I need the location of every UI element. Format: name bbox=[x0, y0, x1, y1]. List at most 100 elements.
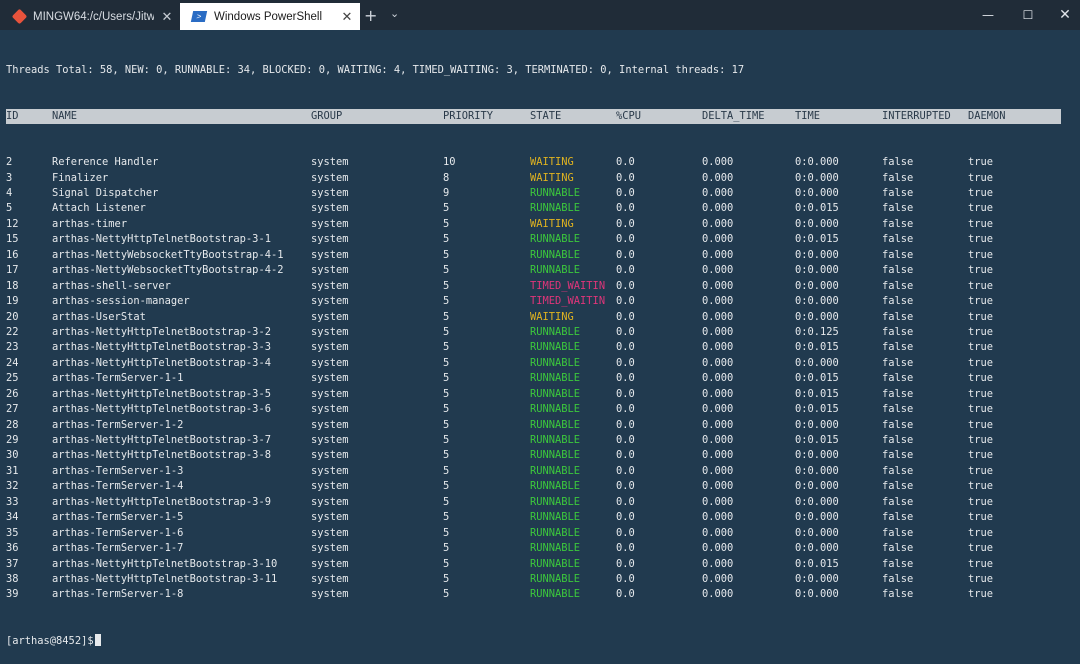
column-header: TIME bbox=[795, 109, 821, 122]
thread-time: 0:0.000 bbox=[795, 588, 839, 601]
thread-group: system bbox=[311, 495, 349, 508]
thread-time: 0:0.015 bbox=[795, 372, 839, 385]
table-row: 35 arthas-TermServer-1-6 system 5 RUNNABLE 0.… bbox=[6, 526, 1076, 541]
thread-interrupted: false bbox=[882, 264, 914, 277]
table-row: 23 arthas-NettyHttpTelnetBootstrap-3-3 sys… bbox=[6, 340, 1076, 355]
tab-git-bash[interactable]: MINGW64:/c/Users/Jitwxs/Dow ✕ bbox=[0, 3, 180, 30]
thread-cpu: 0.0 bbox=[616, 464, 635, 477]
thread-delta-time: 0.000 bbox=[702, 403, 734, 416]
thread-time: 0:0.015 bbox=[795, 233, 839, 246]
thread-id: 29 bbox=[6, 434, 19, 447]
thread-time: 0:0.000 bbox=[795, 542, 839, 555]
thread-state: RUNNABLE bbox=[530, 526, 581, 539]
thread-state: RUNNABLE bbox=[530, 480, 581, 493]
thread-daemon: true bbox=[968, 356, 994, 369]
maximize-button[interactable]: ☐ bbox=[1008, 0, 1048, 30]
thread-id: 28 bbox=[6, 418, 19, 431]
table-row: 24 arthas-NettyHttpTelnetBootstrap-3-4 sys… bbox=[6, 356, 1076, 371]
tab-dropdown-icon[interactable]: ⌄ bbox=[390, 7, 399, 20]
table-row: 39 arthas-TermServer-1-8 system 5 RUNNABLE 0.… bbox=[6, 587, 1076, 602]
thread-delta-time: 0.000 bbox=[702, 542, 734, 555]
thread-cpu: 0.0 bbox=[616, 403, 635, 416]
thread-group: system bbox=[311, 156, 349, 169]
table-row: 28 arthas-TermServer-1-2 system 5 RUNNABLE 0.… bbox=[6, 418, 1076, 433]
thread-time: 0:0.000 bbox=[795, 356, 839, 369]
close-window-button[interactable]: ✕ bbox=[1045, 0, 1080, 30]
thread-daemon: true bbox=[968, 526, 994, 539]
thread-priority: 9 bbox=[443, 187, 450, 200]
thread-cpu: 0.0 bbox=[616, 187, 635, 200]
thread-daemon: true bbox=[968, 325, 994, 338]
thread-group: system bbox=[311, 403, 349, 416]
thread-name: Finalizer bbox=[52, 171, 109, 184]
thread-state: RUNNABLE bbox=[530, 449, 581, 462]
thread-delta-time: 0.000 bbox=[702, 217, 734, 230]
thread-time: 0:0.015 bbox=[795, 387, 839, 400]
thread-delta-time: 0.000 bbox=[702, 372, 734, 385]
thread-cpu: 0.0 bbox=[616, 264, 635, 277]
shell-prompt[interactable]: [arthas@8452]$ bbox=[6, 633, 1076, 649]
thread-time: 0:0.000 bbox=[795, 511, 839, 524]
thread-cpu: 0.0 bbox=[616, 279, 635, 292]
thread-delta-time: 0.000 bbox=[702, 202, 734, 215]
thread-priority: 5 bbox=[443, 279, 450, 292]
thread-priority: 5 bbox=[443, 480, 450, 493]
thread-interrupted: false bbox=[882, 449, 914, 462]
thread-delta-time: 0.000 bbox=[702, 356, 734, 369]
thread-name: arthas-TermServer-1-2 bbox=[52, 418, 184, 431]
thread-priority: 5 bbox=[443, 557, 450, 570]
column-header: NAME bbox=[52, 109, 78, 122]
thread-interrupted: false bbox=[882, 202, 914, 215]
terminal-output[interactable]: Threads Total: 58, NEW: 0, RUNNABLE: 34,… bbox=[6, 32, 1076, 664]
thread-priority: 5 bbox=[443, 464, 450, 477]
thread-state: TIMED_WAITIN bbox=[530, 295, 606, 308]
thread-priority: 5 bbox=[443, 418, 450, 431]
thread-time: 0:0.000 bbox=[795, 171, 839, 184]
thread-group: system bbox=[311, 310, 349, 323]
thread-time: 0:0.000 bbox=[795, 248, 839, 261]
thread-priority: 5 bbox=[443, 449, 450, 462]
thread-id: 32 bbox=[6, 480, 19, 493]
tab-powershell[interactable]: > Windows PowerShell ✕ bbox=[180, 3, 360, 30]
thread-group: system bbox=[311, 295, 349, 308]
thread-name: arthas-TermServer-1-5 bbox=[52, 511, 184, 524]
thread-time: 0:0.000 bbox=[795, 310, 839, 323]
table-row: 17 arthas-NettyWebsocketTtyBootstrap-4-2 s… bbox=[6, 263, 1076, 278]
close-tab-icon[interactable]: ✕ bbox=[154, 9, 180, 25]
thread-group: system bbox=[311, 418, 349, 431]
thread-group: system bbox=[311, 572, 349, 585]
git-bash-icon bbox=[11, 8, 28, 25]
thread-delta-time: 0.000 bbox=[702, 156, 734, 169]
thread-state: RUNNABLE bbox=[530, 557, 581, 570]
thread-interrupted: false bbox=[882, 387, 914, 400]
thread-name: arthas-TermServer-1-1 bbox=[52, 372, 184, 385]
table-row: 3 Finalizer system 8 WAITING 0.0 0.000 0:0.000 f… bbox=[6, 171, 1076, 186]
thread-priority: 5 bbox=[443, 403, 450, 416]
thread-priority: 5 bbox=[443, 495, 450, 508]
thread-daemon: true bbox=[968, 233, 994, 246]
minimize-button[interactable]: — bbox=[968, 0, 1008, 30]
thread-name: arthas-NettyHttpTelnetBootstrap-3-9 bbox=[52, 495, 271, 508]
thread-daemon: true bbox=[968, 217, 994, 230]
thread-interrupted: false bbox=[882, 511, 914, 524]
thread-daemon: true bbox=[968, 572, 994, 585]
thread-state: RUNNABLE bbox=[530, 542, 581, 555]
thread-cpu: 0.0 bbox=[616, 202, 635, 215]
close-tab-icon[interactable]: ✕ bbox=[334, 9, 360, 25]
thread-daemon: true bbox=[968, 557, 994, 570]
thread-summary: Threads Total: 58, NEW: 0, RUNNABLE: 34,… bbox=[6, 63, 745, 76]
thread-group: system bbox=[311, 557, 349, 570]
thread-group: system bbox=[311, 217, 349, 230]
thread-priority: 5 bbox=[443, 217, 450, 230]
thread-interrupted: false bbox=[882, 403, 914, 416]
thread-group: system bbox=[311, 341, 349, 354]
thread-table-body: 2 Reference Handler system 10 WAITING 0.0 0.00… bbox=[6, 155, 1076, 603]
thread-state: RUNNABLE bbox=[530, 356, 581, 369]
new-tab-button[interactable]: + bbox=[364, 6, 377, 25]
thread-delta-time: 0.000 bbox=[702, 341, 734, 354]
thread-interrupted: false bbox=[882, 341, 914, 354]
thread-cpu: 0.0 bbox=[616, 341, 635, 354]
thread-time: 0:0.000 bbox=[795, 449, 839, 462]
thread-state: RUNNABLE bbox=[530, 387, 581, 400]
thread-state: RUNNABLE bbox=[530, 325, 581, 338]
